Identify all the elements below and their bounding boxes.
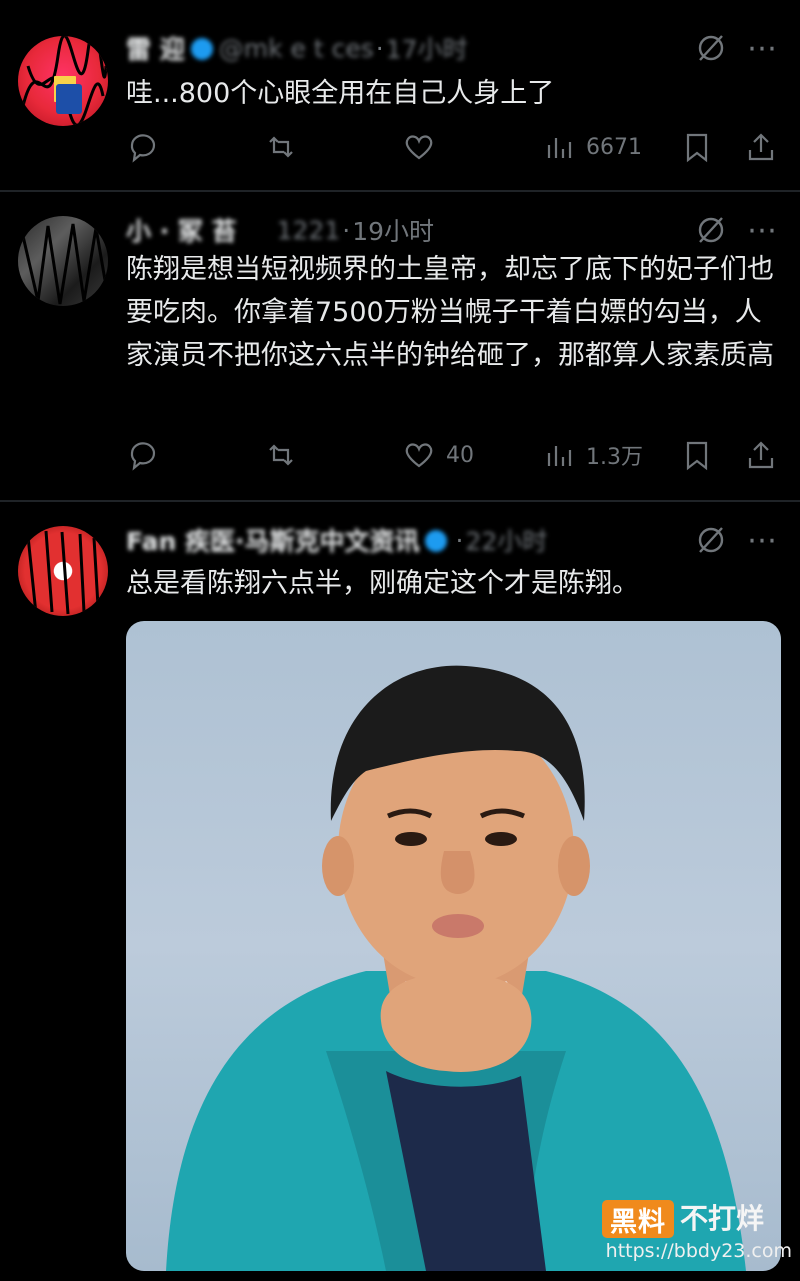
post-image[interactable]	[126, 621, 781, 1271]
scribble-overlay	[21, 36, 108, 126]
like-button[interactable]	[402, 127, 446, 167]
share-button[interactable]	[744, 127, 778, 167]
share-upload-icon	[748, 133, 774, 161]
author-name[interactable]: 雷 迎	[126, 30, 185, 66]
post-text: 哇...800个心眼全用在自己人身上了	[126, 78, 555, 109]
slashed-circle-icon[interactable]	[691, 210, 731, 250]
more-dots-icon[interactable]: ⋯	[742, 210, 782, 250]
separator-dot: ·	[375, 33, 384, 63]
views-button[interactable]: 6671	[542, 127, 642, 167]
author-handle[interactable]: @mk e t ces	[219, 34, 374, 63]
post-actions: 40 1.3万	[126, 435, 786, 475]
bookmark-icon	[686, 441, 708, 471]
like-count: 40	[446, 442, 474, 468]
post-header: 小 · 冢 苔 1221 · 19小时	[126, 210, 434, 250]
post-1[interactable]: 雷 迎 @mk e t ces · 17小时 ⋯ 哇...800个心眼全用在自己…	[0, 0, 800, 190]
post-text: 陈翔是想当短视频界的土皇帝，却忘了底下的妃子们也要吃肉。你拿着7500万粉当幌子…	[126, 254, 774, 371]
view-count: 6671	[586, 134, 642, 160]
post-time[interactable]: 22小时	[465, 522, 547, 558]
speech-bubble-icon	[130, 134, 156, 163]
post-2[interactable]: 小 · 冢 苔 1221 · 19小时 ⋯ 陈翔是想当短视频界的土皇帝，却忘了底…	[0, 192, 800, 500]
scribble-overlay	[21, 223, 108, 305]
heart-icon	[405, 135, 433, 160]
slashed-circle-icon[interactable]	[691, 520, 731, 560]
post-actions: 6671	[126, 127, 786, 167]
verified-badge-icon	[425, 530, 448, 552]
author-avatar[interactable]	[18, 36, 108, 126]
more-dots-icon[interactable]: ⋯	[742, 28, 782, 68]
repost-arrows-icon	[269, 444, 293, 466]
repost-button[interactable]	[264, 435, 298, 475]
post-header: 雷 迎 @mk e t ces · 17小时	[126, 28, 468, 68]
scribble-overlay	[26, 530, 100, 615]
more-dots-icon[interactable]: ⋯	[742, 520, 782, 560]
watermark-url: https://bbdy23.com	[605, 1240, 792, 1262]
speech-bubble-icon	[130, 442, 156, 471]
separator-dot: ·	[455, 525, 464, 555]
post-header: Fan 疾医·马斯克中文资讯 · 22小时	[126, 520, 547, 560]
watermark: 黑料 不打烊 https://bbdy23.com	[602, 1200, 792, 1266]
share-upload-icon	[748, 441, 774, 469]
bar-chart-icon	[547, 446, 572, 466]
slashed-circle-icon[interactable]	[691, 28, 731, 68]
repost-arrows-icon	[269, 136, 293, 158]
post-text: 总是看陈翔六点半，刚确定这个才是陈翔。	[126, 568, 639, 599]
post-time[interactable]: 19小时	[352, 212, 434, 248]
like-button[interactable]: 40	[402, 435, 474, 475]
bar-chart-icon	[547, 138, 572, 158]
verified-badge-icon	[190, 38, 213, 60]
bookmark-button[interactable]	[680, 435, 714, 475]
heart-icon	[405, 443, 433, 468]
watermark-badge: 黑料	[602, 1200, 674, 1238]
repost-button[interactable]	[264, 127, 298, 167]
author-name[interactable]: 小 · 冢 苔	[126, 212, 237, 248]
bookmark-button[interactable]	[680, 127, 714, 167]
reply-button[interactable]	[126, 435, 160, 475]
reply-button[interactable]	[126, 127, 160, 167]
views-button[interactable]: 1.3万	[542, 435, 643, 475]
view-count: 1.3万	[586, 445, 643, 470]
author-handle[interactable]: 1221	[277, 216, 341, 245]
post-time[interactable]: 17小时	[386, 30, 468, 66]
author-avatar[interactable]	[18, 216, 108, 306]
bookmark-icon	[686, 133, 708, 163]
portrait-photo	[166, 665, 746, 1271]
watermark-text: 不打烊	[680, 1202, 765, 1235]
share-button[interactable]	[744, 435, 778, 475]
separator-dot: ·	[342, 215, 351, 245]
author-name[interactable]: Fan 疾医·马斯克中文资讯	[126, 522, 419, 558]
author-avatar[interactable]	[18, 526, 108, 616]
